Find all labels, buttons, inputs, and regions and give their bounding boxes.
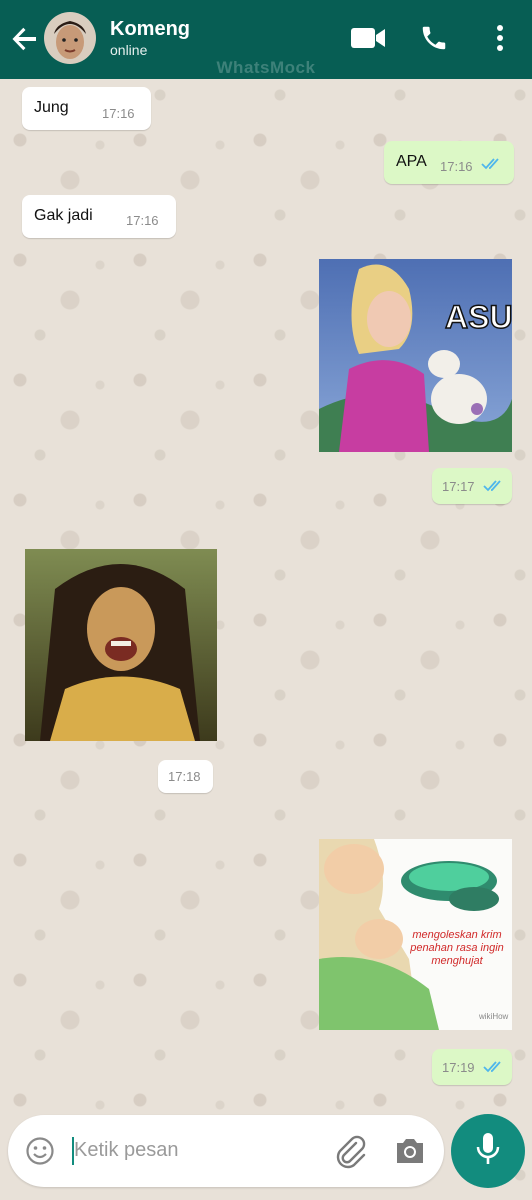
phone-icon[interactable]	[414, 18, 454, 58]
message-text: Jung	[34, 99, 69, 116]
sticker-image[interactable]	[25, 549, 217, 741]
more-options-icon[interactable]	[480, 18, 520, 58]
watermark: WhatsMock	[216, 58, 316, 77]
wikihow-mark: wikiHow	[479, 1012, 509, 1021]
sticker-image[interactable]: mengoleskan krim penahan rasa ingin meng…	[319, 839, 512, 1030]
message-time-bubble: 17:19	[432, 1049, 512, 1085]
message-time-bubble: 17:18	[158, 760, 213, 793]
message-bubble-incoming[interactable]: Jung 17:16	[22, 87, 151, 130]
back-arrow-icon[interactable]	[8, 22, 42, 56]
message-time: 17:16	[126, 213, 159, 228]
chat-header: Komeng online WhatsMock	[0, 0, 532, 79]
message-text: APA	[396, 153, 427, 170]
message-time-bubble: 17:17	[432, 468, 512, 504]
double-tick-icon	[483, 479, 505, 498]
message-bubble-outgoing[interactable]: APA 17:16	[384, 141, 514, 184]
message-text: Gak jadi	[34, 207, 93, 224]
message-time: 17:17	[442, 479, 475, 494]
message-bubble-incoming[interactable]: Gak jadi 17:16	[22, 195, 176, 238]
double-tick-icon	[483, 1060, 505, 1079]
message-time: 17:16	[102, 106, 135, 121]
attach-icon[interactable]	[334, 1135, 368, 1174]
contact-name[interactable]: Komeng	[110, 18, 190, 41]
sticker-caption: ASU	[444, 298, 512, 336]
sticker-image[interactable]: ASU	[319, 259, 512, 452]
message-time: 17:16	[440, 159, 473, 174]
meme-caption: mengoleskan krim penahan rasa ingin meng…	[410, 929, 504, 967]
contact-status: online	[110, 42, 148, 58]
camera-icon[interactable]	[394, 1137, 426, 1170]
double-tick-icon	[481, 157, 503, 176]
mic-icon	[475, 1131, 501, 1172]
video-call-icon[interactable]	[348, 18, 388, 58]
message-input[interactable]: Ketik pesan	[74, 1139, 179, 1162]
message-time: 17:18	[168, 769, 201, 784]
mic-button[interactable]	[451, 1114, 525, 1188]
emoji-icon[interactable]	[25, 1136, 55, 1171]
message-composer[interactable]: Ketik pesan	[8, 1115, 444, 1187]
message-time: 17:19	[442, 1060, 475, 1075]
contact-avatar[interactable]	[44, 12, 96, 64]
